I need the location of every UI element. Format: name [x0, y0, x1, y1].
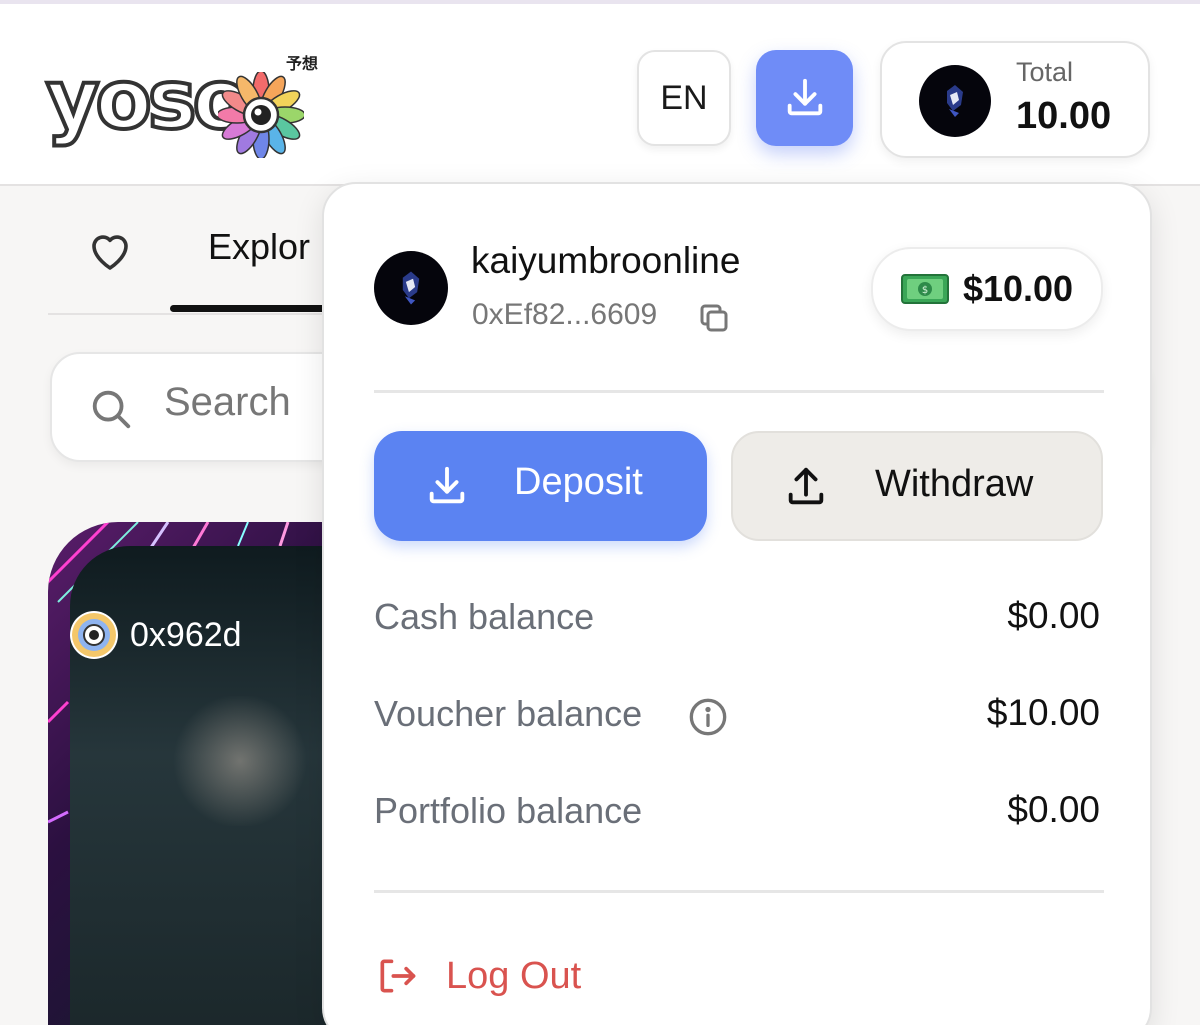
divider [374, 890, 1104, 893]
logout-button[interactable]: Log Out [374, 954, 581, 998]
avatar-image [402, 271, 420, 305]
upload-icon [788, 467, 824, 505]
flower-eye-icon [70, 611, 118, 659]
svg-text:$: $ [922, 285, 928, 296]
deposit-button[interactable]: Deposit [374, 431, 707, 541]
search-placeholder: Search [164, 380, 291, 424]
market-card[interactable] [48, 522, 368, 1025]
balance-pill: $ $10.00 [871, 247, 1103, 331]
heart-icon[interactable] [86, 228, 134, 272]
logout-label: Log Out [446, 954, 582, 997]
avatar [374, 251, 448, 325]
download-icon [787, 78, 822, 116]
download-button[interactable] [756, 50, 853, 146]
tab-divider [48, 313, 348, 315]
stadium-lights [170, 696, 310, 826]
flower-eye-icon [218, 72, 304, 158]
card-owner-address: 0x962d [130, 615, 242, 654]
tab-explore[interactable]: Explor [208, 226, 310, 268]
withdraw-button[interactable]: Withdraw [731, 431, 1103, 541]
logo-japanese-text: 予想 [286, 54, 319, 73]
app-header: yoso 予想 EN Total 10.00 [0, 4, 1200, 186]
deposit-label: Deposit [514, 461, 643, 503]
copy-icon[interactable] [696, 300, 732, 336]
download-icon [429, 466, 465, 504]
cash-balance-label: Cash balance [374, 596, 595, 637]
search-icon [92, 390, 131, 429]
username: kaiyumbroonline [471, 240, 741, 281]
voucher-balance-value: $10.00 [986, 692, 1100, 733]
money-icon: $ [900, 274, 949, 304]
withdraw-label: Withdraw [875, 463, 1034, 505]
divider [374, 390, 1104, 393]
avatar-image [947, 85, 963, 117]
balance-amount: $10.00 [962, 268, 1074, 309]
card-owner: 0x962d [70, 610, 330, 660]
language-button[interactable]: EN [637, 50, 731, 146]
total-balance-button[interactable]: Total 10.00 [880, 41, 1150, 158]
portfolio-balance-value: $0.00 [1007, 789, 1100, 830]
portfolio-balance-label: Portfolio balance [374, 790, 643, 831]
cash-balance-value: $0.00 [1007, 595, 1100, 636]
yoso-logo[interactable]: yoso 予想 [44, 46, 326, 158]
logo-wordmark: yoso [44, 53, 251, 148]
total-label: Total [1016, 57, 1074, 87]
wallet-address: 0xEf82...6609 [472, 298, 658, 331]
account-menu: kaiyumbroonline 0xEf82...6609 $ $10.00 D… [322, 182, 1152, 1025]
logout-icon [380, 959, 416, 993]
info-icon[interactable] [688, 697, 728, 737]
avatar [919, 65, 991, 137]
total-value: 10.00 [1016, 95, 1112, 137]
voucher-balance-label: Voucher balance [374, 693, 643, 734]
